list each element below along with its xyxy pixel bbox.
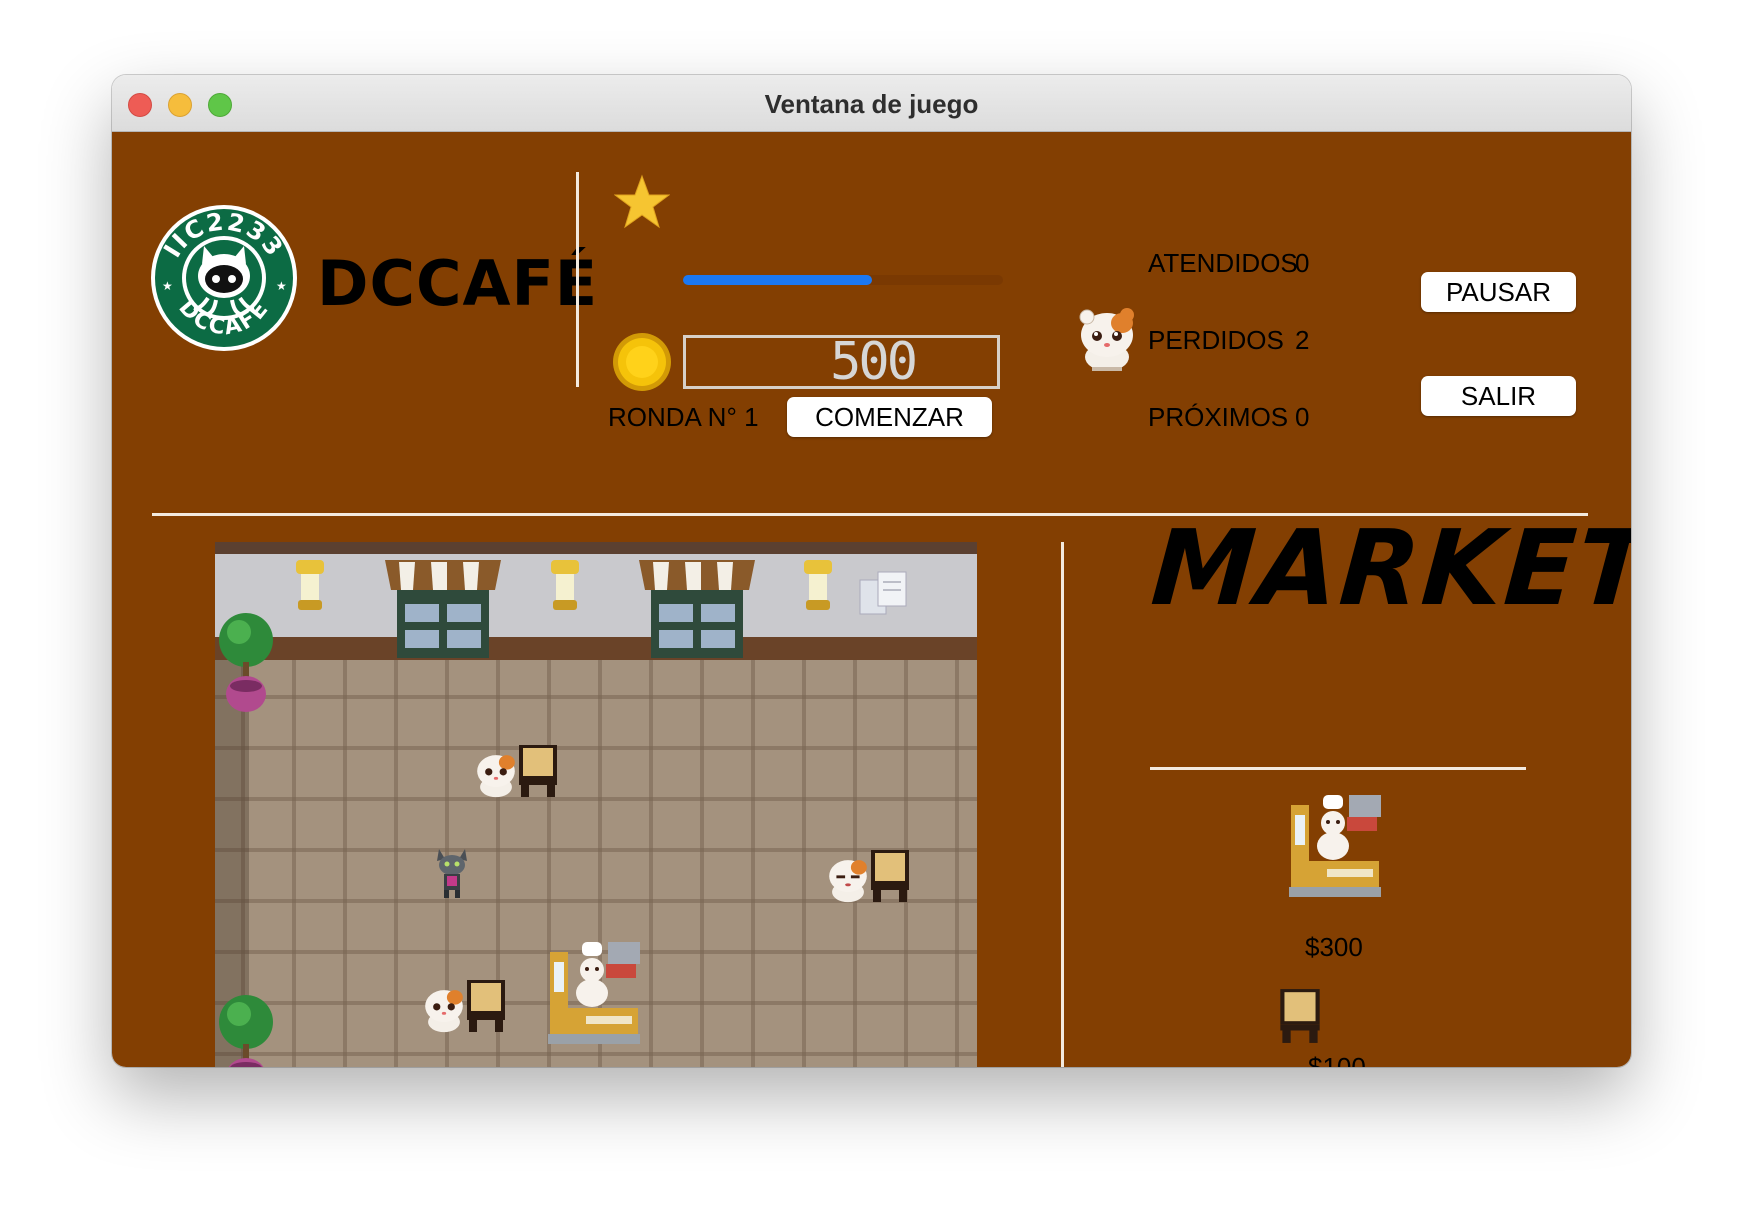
served-label: ATENDIDOS: [1148, 248, 1298, 278]
game-window: Ventana de juego IIC2233 DCCAFE ★ ★ DCCA…: [112, 75, 1631, 1067]
reputation-bar: [683, 275, 1003, 285]
table-icon[interactable]: [1278, 987, 1322, 1045]
hamster-icon: [1078, 305, 1136, 373]
lost-value: 2: [1295, 325, 1310, 355]
served-value: 0: [1295, 248, 1310, 278]
market-item-price: $300: [1305, 932, 1363, 962]
hamster-customer-icon[interactable]: [423, 980, 465, 1038]
exit-button[interactable]: SALIR: [1421, 376, 1576, 416]
market-divider: [1061, 542, 1064, 1067]
svg-text:★: ★: [276, 279, 287, 293]
table-icon[interactable]: [869, 848, 911, 904]
cafe-map[interactable]: [215, 542, 977, 1067]
reputation-bar-fill: [683, 275, 872, 285]
plant-icon: [219, 995, 273, 1067]
title-bar: Ventana de juego: [112, 75, 1631, 132]
coin-icon: [612, 332, 672, 392]
hamster-customer-icon[interactable]: [475, 745, 517, 803]
game-content: IIC2233 DCCAFE ★ ★ DCCAFÉ 500 RONDA N° 1…: [112, 132, 1631, 1067]
dccafe-logo: IIC2233 DCCAFE ★ ★: [150, 204, 298, 352]
table-icon[interactable]: [465, 978, 507, 1034]
hamster-customer-icon[interactable]: [827, 850, 869, 908]
header-divider: [576, 172, 579, 387]
market-title: MARKET: [1147, 507, 1631, 629]
window-icon: [385, 560, 501, 658]
market-separator: [1150, 767, 1526, 770]
chef-station-icon[interactable]: [1287, 790, 1383, 902]
next-label: PRÓXIMOS: [1148, 402, 1289, 432]
market-item-price: $100: [1308, 1052, 1366, 1067]
money-display: 500: [683, 335, 1000, 389]
window-icon: [639, 560, 755, 658]
svg-text:★: ★: [162, 279, 173, 293]
next-value: 0: [1295, 402, 1310, 432]
plant-icon: [219, 613, 273, 712]
lamp-icon: [551, 560, 579, 610]
chef-station-icon[interactable]: [546, 938, 642, 1048]
brand-title: DCCAFÉ: [317, 247, 599, 320]
cat-waiter-icon[interactable]: [435, 847, 469, 899]
table-icon[interactable]: [517, 743, 559, 799]
round-label: RONDA N° 1: [608, 402, 759, 432]
star-icon: [613, 174, 671, 230]
lamp-icon: [296, 560, 324, 610]
lamp-icon: [804, 560, 832, 610]
window-title: Ventana de juego: [764, 89, 979, 119]
start-button[interactable]: COMENZAR: [787, 397, 992, 437]
notice-icon: [859, 571, 907, 615]
lost-label: PERDIDOS: [1148, 325, 1284, 355]
pause-button[interactable]: PAUSAR: [1421, 272, 1576, 312]
